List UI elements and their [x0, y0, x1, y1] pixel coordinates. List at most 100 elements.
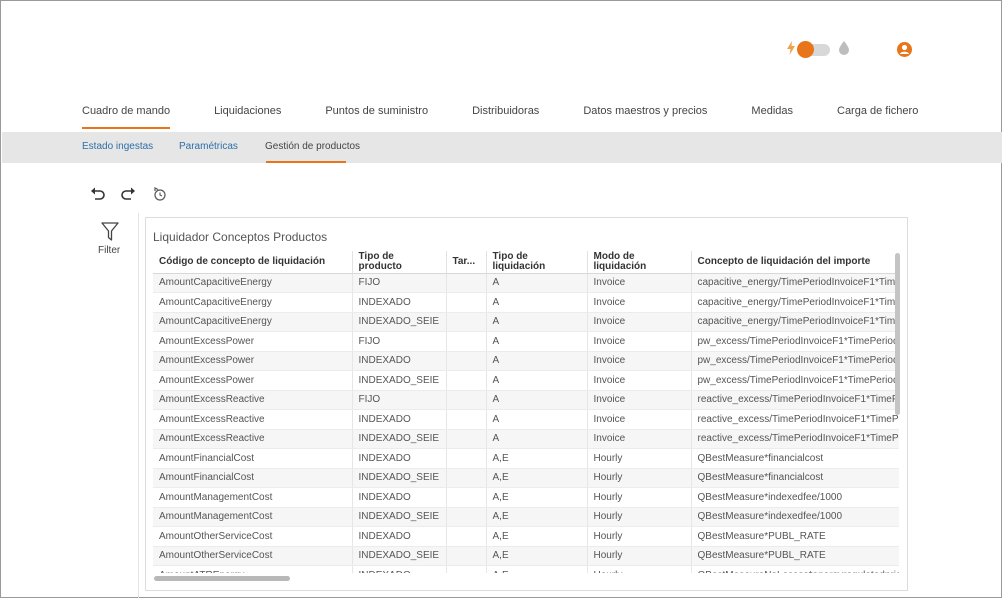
table-cell: A,E: [486, 507, 588, 527]
table-cell: INDEXADO_SEIE: [352, 370, 447, 391]
history-icon[interactable]: [151, 185, 169, 203]
table-row[interactable]: AmountCapacitiveEnergy FIJO A Invoice capaci…: [153, 273, 899, 293]
table-cell: [446, 448, 487, 469]
table-cell: [446, 273, 487, 293]
table-cell: A,E: [486, 565, 588, 573]
table-row[interactable]: AmountFinancialCost INDEXADO A,E Hourly QBes…: [153, 448, 899, 469]
main-nav-item-cuadro-de-mando[interactable]: Cuadro de mando: [82, 105, 171, 129]
table-cell: FIJO: [352, 331, 447, 352]
column-header[interactable]: Código de concepto de liquidación: [153, 251, 353, 274]
panel-title: Liquidador Conceptos Productos: [153, 230, 328, 244]
main-nav-item-carga-de-fichero[interactable]: Carga de fichero: [837, 105, 918, 129]
table-row[interactable]: AmountExcessPower FIJO A Invoice pw_excess/T…: [153, 331, 899, 352]
table-cell: QBestMeasure*financialcost: [691, 448, 899, 469]
table-cell: capacitive_energy/TimePeriodInvoiceF1*Ti…: [691, 273, 899, 293]
table-row[interactable]: AmountExcessPower INDEXADO_SEIE A Invoice pw…: [153, 370, 899, 391]
table-cell: [446, 487, 487, 508]
table-cell: Hourly: [587, 565, 692, 573]
table-cell: A: [486, 390, 588, 410]
table-cell: Invoice: [587, 292, 692, 313]
products-panel: Liquidador Conceptos Productos Código de…: [145, 217, 908, 591]
main-nav-item-puntos-de-suministro[interactable]: Puntos de suministro: [325, 105, 428, 129]
table-cell: INDEXADO_SEIE: [352, 507, 447, 527]
table-body: AmountCapacitiveEnergy FIJO A Invoice capaci…: [153, 273, 899, 573]
table-cell: Hourly: [587, 487, 692, 508]
table-row[interactable]: AmountManagementCost INDEXADO A,E Hourly QBe…: [153, 487, 899, 508]
table-cell: INDEXADO_SEIE: [352, 468, 447, 488]
table-row[interactable]: AmountFinancialCost INDEXADO_SEIE A,E Hourl…: [153, 468, 899, 488]
data-table-viewport: Código de concepto de liquidación Tipo d…: [153, 251, 899, 573]
table-row[interactable]: AmountCapacitiveEnergy INDEXADO A Invoice ca…: [153, 292, 899, 313]
table-cell: A,E: [486, 526, 588, 547]
vertical-scrollbar[interactable]: [895, 253, 900, 415]
table-row[interactable]: AmountOtherServiceCost INDEXADO_SEIE A,E Ho…: [153, 546, 899, 566]
table-row[interactable]: AmountManagementCost INDEXADO_SEIE A,E Hour…: [153, 507, 899, 527]
table-cell: AmountExcessPower: [153, 331, 353, 352]
table-cell: AmountOtherServiceCost: [153, 546, 353, 566]
table-cell: AmountCapacitiveEnergy: [153, 273, 353, 293]
table-cell: A,E: [486, 487, 588, 508]
table-row[interactable]: AmountOtherServiceCost INDEXADO A,E Hourly Q…: [153, 526, 899, 547]
table-row[interactable]: AmountExcessReactive FIJO A Invoice reactive…: [153, 390, 899, 410]
active-tab-indicator: [266, 161, 346, 163]
table-header-row: Código de concepto de liquidación Tipo d…: [153, 251, 899, 274]
column-header[interactable]: Concepto de liquidación del importe: [691, 251, 899, 274]
user-icon[interactable]: [897, 42, 912, 57]
table-cell: [446, 292, 487, 313]
table-cell: pw_excess/TimePeriodInvoiceF1*TimePeriod…: [691, 351, 899, 371]
table-cell: [446, 526, 487, 547]
drop-icon[interactable]: [839, 41, 849, 60]
table-cell: pw_excess/TimePeriodInvoiceF1*TimePeriod…: [691, 370, 899, 391]
undo-icon[interactable]: [89, 185, 107, 203]
table-row[interactable]: AmountCapacitiveEnergy INDEXADO_SEIE A Invo…: [153, 312, 899, 332]
table-cell: QBestMeasure*PUBL_RATE: [691, 546, 899, 566]
table-row[interactable]: AmountExcessPower INDEXADO A Invoice pw_exce…: [153, 351, 899, 371]
main-nav-item-liquidaciones[interactable]: Liquidaciones: [214, 105, 281, 129]
table-cell: [446, 370, 487, 391]
filter-label: Filter: [98, 245, 121, 256]
redo-icon[interactable]: [119, 185, 137, 203]
table-cell: [446, 429, 487, 449]
main-nav-item-medidas[interactable]: Medidas: [751, 105, 793, 129]
table-cell: pw_excess/TimePeriodInvoiceF1*TimePeriod…: [691, 331, 899, 352]
table-cell: AmountCapacitiveEnergy: [153, 312, 353, 332]
table-row[interactable]: AmountExcessReactive INDEXADO A Invoice reac…: [153, 409, 899, 430]
main-nav-item-datos-maestros[interactable]: Datos maestros y precios: [583, 105, 707, 129]
column-header[interactable]: Tipo de liquidación: [486, 251, 588, 274]
table-cell: INDEXADO_SEIE: [352, 312, 447, 332]
theme-toggle[interactable]: [797, 41, 830, 58]
table-cell: Invoice: [587, 390, 692, 410]
bolt-icon: [787, 41, 795, 58]
filter-icon[interactable]: [97, 221, 123, 248]
table-cell: A,E: [486, 468, 588, 488]
main-nav-item-distribuidoras[interactable]: Distribuidoras: [472, 105, 539, 129]
table-cell: A: [486, 429, 588, 449]
table-cell: A: [486, 409, 588, 430]
table-cell: Invoice: [587, 351, 692, 371]
table-cell: QBestMeasure*financialcost: [691, 468, 899, 488]
sub-nav-item-gestion-de-productos[interactable]: Gestión de productos: [265, 141, 360, 152]
table-cell: QBestMeasure*PUBL_RATE: [691, 526, 899, 547]
table-row[interactable]: AmountExcessReactive INDEXADO_SEIE A Invoic…: [153, 429, 899, 449]
column-header[interactable]: Tipo de producto: [352, 251, 447, 274]
table-cell: capacitive_energy/TimePeriodInvoiceF1*Ti…: [691, 292, 899, 313]
horizontal-scrollbar[interactable]: [154, 576, 290, 581]
table-cell: INDEXADO: [352, 409, 447, 430]
table-cell: FIJO: [352, 273, 447, 293]
table-cell: QBestMeasure*indexedfee/1000: [691, 487, 899, 508]
table-cell: Invoice: [587, 409, 692, 430]
table-row[interactable]: AmountATREnergyINDEXADO A,EHourlyQBestMea…: [153, 565, 899, 573]
table-cell: [446, 351, 487, 371]
column-header[interactable]: Tar...: [446, 251, 487, 274]
table-cell: INDEXADO: [352, 292, 447, 313]
table-cell: INDEXADO: [352, 351, 447, 371]
table-cell: Hourly: [587, 468, 692, 488]
table-cell: [446, 565, 487, 573]
table-cell: [446, 546, 487, 566]
column-header[interactable]: Modo de liquidación: [587, 251, 692, 274]
sub-nav-item-estado-ingestas[interactable]: Estado ingestas: [82, 141, 153, 152]
sub-nav-item-parametricas[interactable]: Paramétricas: [179, 141, 238, 152]
table-cell: AmountCapacitiveEnergy: [153, 292, 353, 313]
table-cell: A: [486, 312, 588, 332]
table-cell: INDEXADO: [352, 526, 447, 547]
